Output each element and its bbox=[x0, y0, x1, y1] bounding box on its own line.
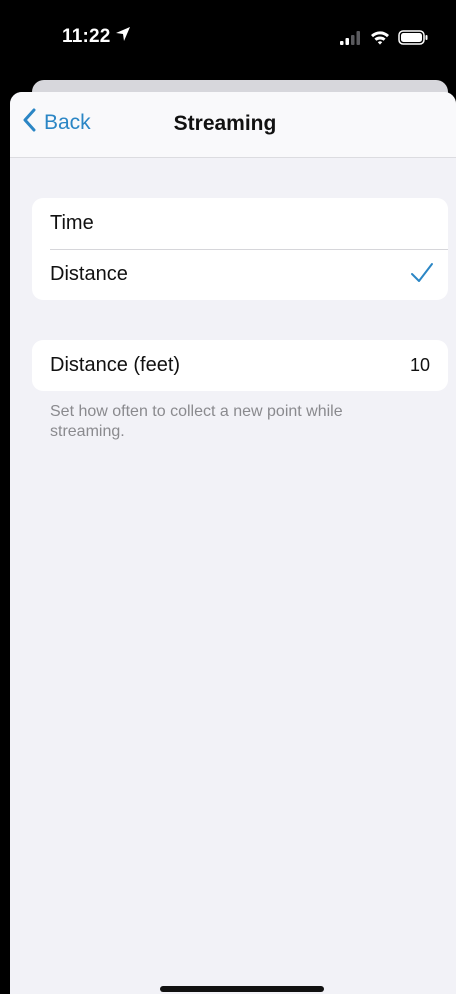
distance-feet-label: Distance (feet) bbox=[50, 354, 181, 376]
streaming-mode-group: Time Distance bbox=[32, 198, 448, 300]
navigation-bar: Back Streaming bbox=[10, 92, 456, 158]
distance-feet-value[interactable]: 10 bbox=[410, 355, 430, 376]
status-time: 11:22 bbox=[62, 26, 131, 48]
status-time-text: 11:22 bbox=[62, 26, 111, 47]
signal-icon bbox=[340, 30, 362, 50]
option-label: Distance bbox=[50, 263, 128, 285]
distance-feet-row[interactable]: Distance (feet) 10 bbox=[32, 340, 448, 391]
page-title: Streaming bbox=[173, 112, 277, 135]
wifi-icon bbox=[370, 30, 390, 50]
status-icons bbox=[340, 30, 428, 50]
option-time[interactable]: Time bbox=[32, 198, 448, 249]
checkmark-icon bbox=[410, 262, 434, 290]
distance-setting-group: Distance (feet) 10 bbox=[32, 340, 448, 391]
option-label: Time bbox=[50, 212, 94, 234]
streaming-settings-sheet: Back Streaming Time Distance Distance (f… bbox=[10, 92, 456, 994]
distance-footer-note: Set how often to collect a new point whi… bbox=[50, 403, 343, 440]
status-bar: 11:22 bbox=[0, 0, 456, 80]
option-distance[interactable]: Distance bbox=[32, 249, 448, 300]
battery-icon bbox=[398, 30, 428, 50]
location-arrow-icon bbox=[115, 26, 131, 48]
home-indicator[interactable] bbox=[160, 986, 324, 992]
